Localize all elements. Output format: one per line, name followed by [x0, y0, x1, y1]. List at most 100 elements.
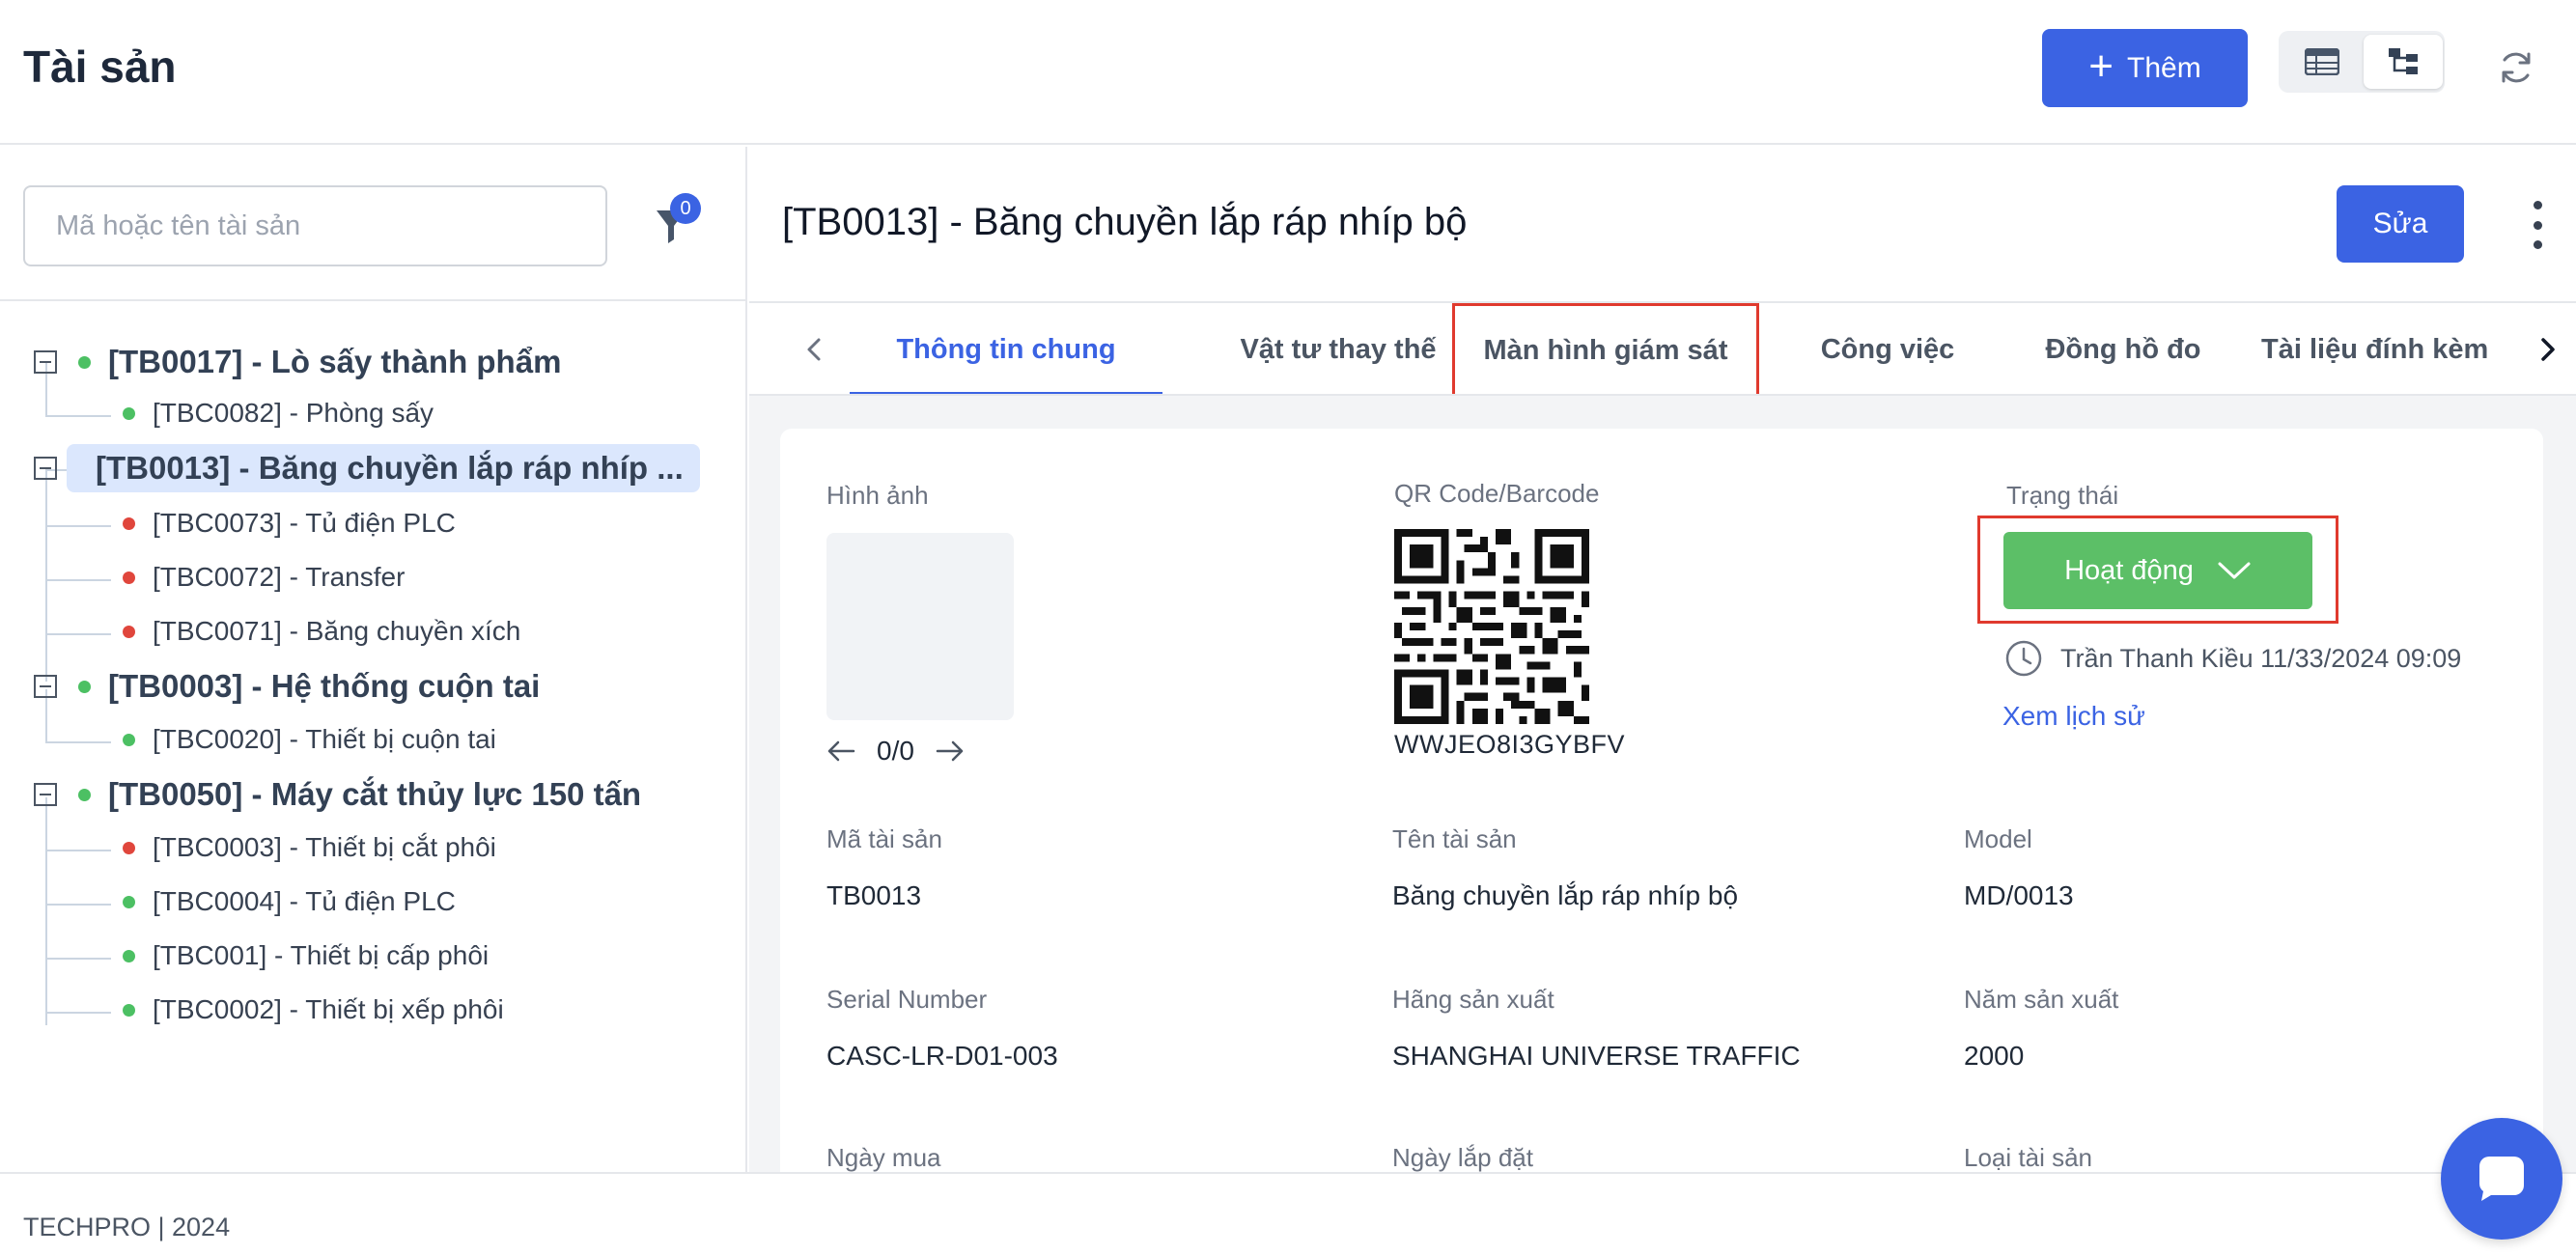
status-value: Hoạt động [2064, 554, 2194, 586]
asset-image-placeholder [826, 533, 1014, 720]
serial-value: CASC-LR-D01-003 [826, 1041, 1058, 1071]
footer: TECHPRO | 2024 [0, 1172, 2576, 1255]
status-dot [123, 516, 135, 530]
qr-code-text: WWJEO8I3GYBFV [1394, 730, 1626, 759]
tab-spare-parts[interactable]: Vật tư thay thế [1188, 303, 1489, 394]
filter-count-badge: 0 [670, 193, 701, 224]
content-area: Hình ảnh 0/0 QR Code/Barcode WWJEO8I3GYB… [749, 396, 2576, 1201]
status-dot [123, 841, 135, 854]
page-title: Tài sản [23, 42, 177, 92]
status-dot [123, 406, 135, 420]
chat-button[interactable] [2441, 1118, 2562, 1240]
table-view-button[interactable] [2282, 35, 2362, 89]
status-label: Trạng thái [2006, 481, 2119, 510]
status-dot [78, 680, 91, 693]
view-mode-toggle [2279, 31, 2445, 93]
tree-child-tbc0002[interactable]: [TBC0002] - Thiết bị xếp phôi [123, 994, 504, 1025]
purchase-date-label: Ngày mua [826, 1143, 941, 1172]
tree-child-label: [TBC0003] - Thiết bị cắt phôi [153, 832, 496, 862]
tree-child-tbc0071[interactable]: [TBC0071] - Băng chuyền xích [123, 616, 520, 647]
arrow-left-icon[interactable] [826, 739, 855, 763]
status-dot [123, 571, 135, 584]
model-label: Model [1964, 824, 2032, 853]
qr-code-image [1394, 529, 1589, 724]
tree-view-icon [2389, 48, 2418, 74]
tree-child-tbc0020[interactable]: [TBC0020] - Thiết bị cuộn tai [123, 724, 496, 755]
tree-child-tbc0082[interactable]: [TBC0082] - Phòng sấy [123, 398, 434, 429]
footer-text: TECHPRO | 2024 [23, 1213, 231, 1241]
tree-node-label: [TB0013] - Băng chuyền lắp ráp nhíp ... [96, 450, 684, 486]
asset-name-label: Tên tài sản [1392, 824, 1517, 853]
tree-node-label: [TB0017] - Lò sấy thành phẩm [108, 344, 562, 379]
collapse-icon[interactable] [34, 457, 57, 480]
tree-child-tbc0003[interactable]: [TBC0003] - Thiết bị cắt phôi [123, 832, 496, 863]
filter-button[interactable]: 0 [655, 193, 703, 247]
clock-icon [2005, 640, 2042, 677]
tree-node-tb0003[interactable]: [TB0003] - Hệ thống cuộn tai [34, 668, 540, 705]
tab-attachments[interactable]: Tài liệu đính kèm [2261, 303, 2516, 394]
tab-work-orders[interactable]: Công việc [1782, 303, 1993, 394]
asset-tree-panel: 0 [TB0017] - Lò sấy thành phẩm [TBC0082]… [0, 147, 747, 1172]
image-label: Hình ảnh [826, 481, 929, 510]
collapse-icon[interactable] [34, 675, 57, 698]
top-bar: Tài sản + Thêm [0, 0, 2576, 145]
tree-node-tb0050[interactable]: [TB0050] - Máy cắt thủy lực 150 tấn [34, 776, 641, 813]
more-options-icon[interactable] [2530, 201, 2545, 249]
manufacturer-value: SHANGHAI UNIVERSE TRAFFIC [1392, 1041, 1801, 1071]
search-bar: 0 [0, 147, 747, 301]
image-counter: 0/0 [877, 736, 914, 766]
refresh-icon[interactable] [2497, 48, 2535, 87]
table-view-icon [2305, 48, 2339, 75]
tree-child-tbc001[interactable]: [TBC001] - Thiết bị cấp phôi [123, 940, 489, 971]
install-date-label: Ngày lắp đặt [1392, 1143, 1533, 1172]
chevron-left-icon[interactable] [796, 330, 834, 369]
tree-child-label: [TBC0071] - Băng chuyền xích [153, 616, 521, 646]
manufacturer-label: Hãng sản xuất [1392, 985, 1554, 1014]
asset-code-label: Mã tài sản [826, 824, 942, 853]
asset-name-value: Băng chuyền lắp ráp nhíp bộ [1392, 880, 1739, 910]
status-updated-info: Trần Thanh Kiều 11/33/2024 09:09 [2004, 639, 2461, 678]
model-value: MD/0013 [1964, 880, 2074, 910]
asset-code-value: TB0013 [826, 880, 922, 910]
asset-type-label: Loại tài sản [1964, 1143, 2092, 1172]
status-dropdown[interactable]: Hoạt động [2003, 532, 2312, 609]
collapse-icon[interactable] [34, 783, 57, 806]
tree-child-label: [TBC0002] - Thiết bị xếp phôi [153, 994, 504, 1024]
plus-icon: + [2088, 42, 2114, 90]
search-input[interactable] [23, 185, 607, 266]
chevron-down-icon [2218, 562, 2251, 579]
arrow-right-icon[interactable] [936, 739, 965, 763]
status-dot [123, 895, 135, 908]
tree-child-label: [TBC0073] - Tủ điện PLC [153, 508, 456, 538]
tree-node-tb0013[interactable]: [TB0013] - Băng chuyền lắp ráp nhíp ... [34, 444, 700, 492]
tab-monitoring-screen[interactable]: Màn hình giám sát [1452, 303, 1759, 394]
add-button-label: Thêm [2127, 51, 2201, 84]
asset-title: [TB0013] - Băng chuyền lắp ráp nhíp bộ [782, 201, 1468, 243]
asset-detail-panel: [TB0013] - Băng chuyền lắp ráp nhíp bộ S… [749, 147, 2576, 1201]
status-highlight-box: Hoạt động [1977, 516, 2338, 624]
tree-child-tbc0004[interactable]: [TBC0004] - Tủ điện PLC [123, 886, 456, 917]
tab-meters[interactable]: Đồng hồ đo [2014, 303, 2232, 394]
tree-child-label: [TBC001] - Thiết bị cấp phôi [153, 940, 490, 970]
year-value: 2000 [1964, 1041, 2025, 1071]
view-history-link[interactable]: Xem lịch sử [2002, 701, 2145, 732]
tree-node-tb0017[interactable]: [TB0017] - Lò sấy thành phẩm [34, 344, 561, 380]
status-dot [78, 788, 91, 801]
asset-tree: [TB0017] - Lò sấy thành phẩm [TBC0082] -… [0, 301, 747, 1170]
tree-child-label: [TBC0082] - Phòng sấy [153, 398, 434, 428]
tree-node-label: [TB0003] - Hệ thống cuộn tai [108, 668, 541, 704]
tab-bar: Thông tin chung Vật tư thay thế Màn hình… [749, 301, 2576, 396]
status-dot [123, 1003, 135, 1017]
chevron-right-icon[interactable] [2528, 330, 2566, 369]
collapse-icon[interactable] [34, 350, 57, 374]
tree-view-button[interactable] [2364, 35, 2443, 89]
tree-child-label: [TBC0004] - Tủ điện PLC [153, 886, 456, 916]
tab-general-info[interactable]: Thông tin chung [850, 303, 1162, 394]
edit-button[interactable]: Sửa [2337, 185, 2464, 263]
tree-child-tbc0072[interactable]: [TBC0072] - Transfer [123, 562, 405, 593]
selected-node-highlight: [TB0013] - Băng chuyền lắp ráp nhíp ... [67, 444, 700, 492]
tree-node-label: [TB0050] - Máy cắt thủy lực 150 tấn [108, 776, 642, 812]
tree-child-tbc0073[interactable]: [TBC0073] - Tủ điện PLC [123, 508, 456, 539]
add-button[interactable]: + Thêm [2042, 29, 2248, 107]
status-dot [123, 733, 135, 746]
